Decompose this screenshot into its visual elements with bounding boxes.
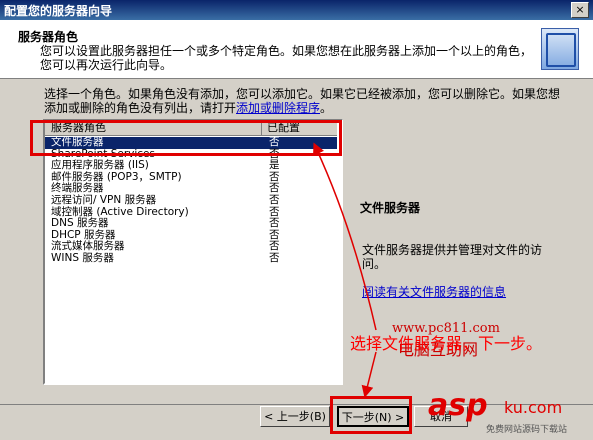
logo-ku: ku.com [504,398,563,417]
highlight-box-next [330,396,412,434]
wizard-header: 服务器角色 您可以设置此服务器担任一个或多个特定角色。如果您想在此服务器上添加一… [0,20,593,79]
page-description: 您可以设置此服务器担任一个或多个特定角色。如果您想在此服务器上添加一个以上的角色… [40,44,533,72]
server-role-list[interactable]: 服务器角色 已配置 文件服务器否 SharePoint Services 否 应用… [43,119,343,385]
page-title: 服务器角色 [18,30,79,44]
window-title: 配置您的服务器向导 [4,4,113,18]
logo-asp: asp [428,388,488,423]
highlight-box-list [30,120,342,156]
logo-subtitle: 免费网站源码下载站 [486,425,568,435]
read-more-link[interactable]: 阅读有关文件服务器的信息 [362,283,506,300]
close-icon[interactable]: × [571,2,589,18]
add-remove-programs-link[interactable]: 添加或删除程序 [236,101,320,115]
role-detail-title: 文件服务器 [360,201,421,215]
list-rows: 文件服务器否 SharePoint Services 否 应用程序服务器 (IIS… [45,136,337,265]
annotation-text: 选择文件服务器，下一步。 [350,334,543,353]
title-bar: 配置您的服务器向导 × [0,0,593,20]
wizard-icon [541,28,579,70]
list-item[interactable]: WINS 服务器否 [45,252,337,265]
list-item[interactable]: 远程访问/ VPN 服务器否 [45,194,337,207]
back-button[interactable]: < 上一步(B) [260,406,330,427]
role-detail-description: 文件服务器提供并管理对文件的访问。 [362,243,543,271]
list-item[interactable]: DNS 服务器否 [45,218,337,230]
intro-text: 选择一个角色。如果角色没有添加，您可以添加它。如果它已经被添加，您可以删除它。如… [44,87,561,115]
